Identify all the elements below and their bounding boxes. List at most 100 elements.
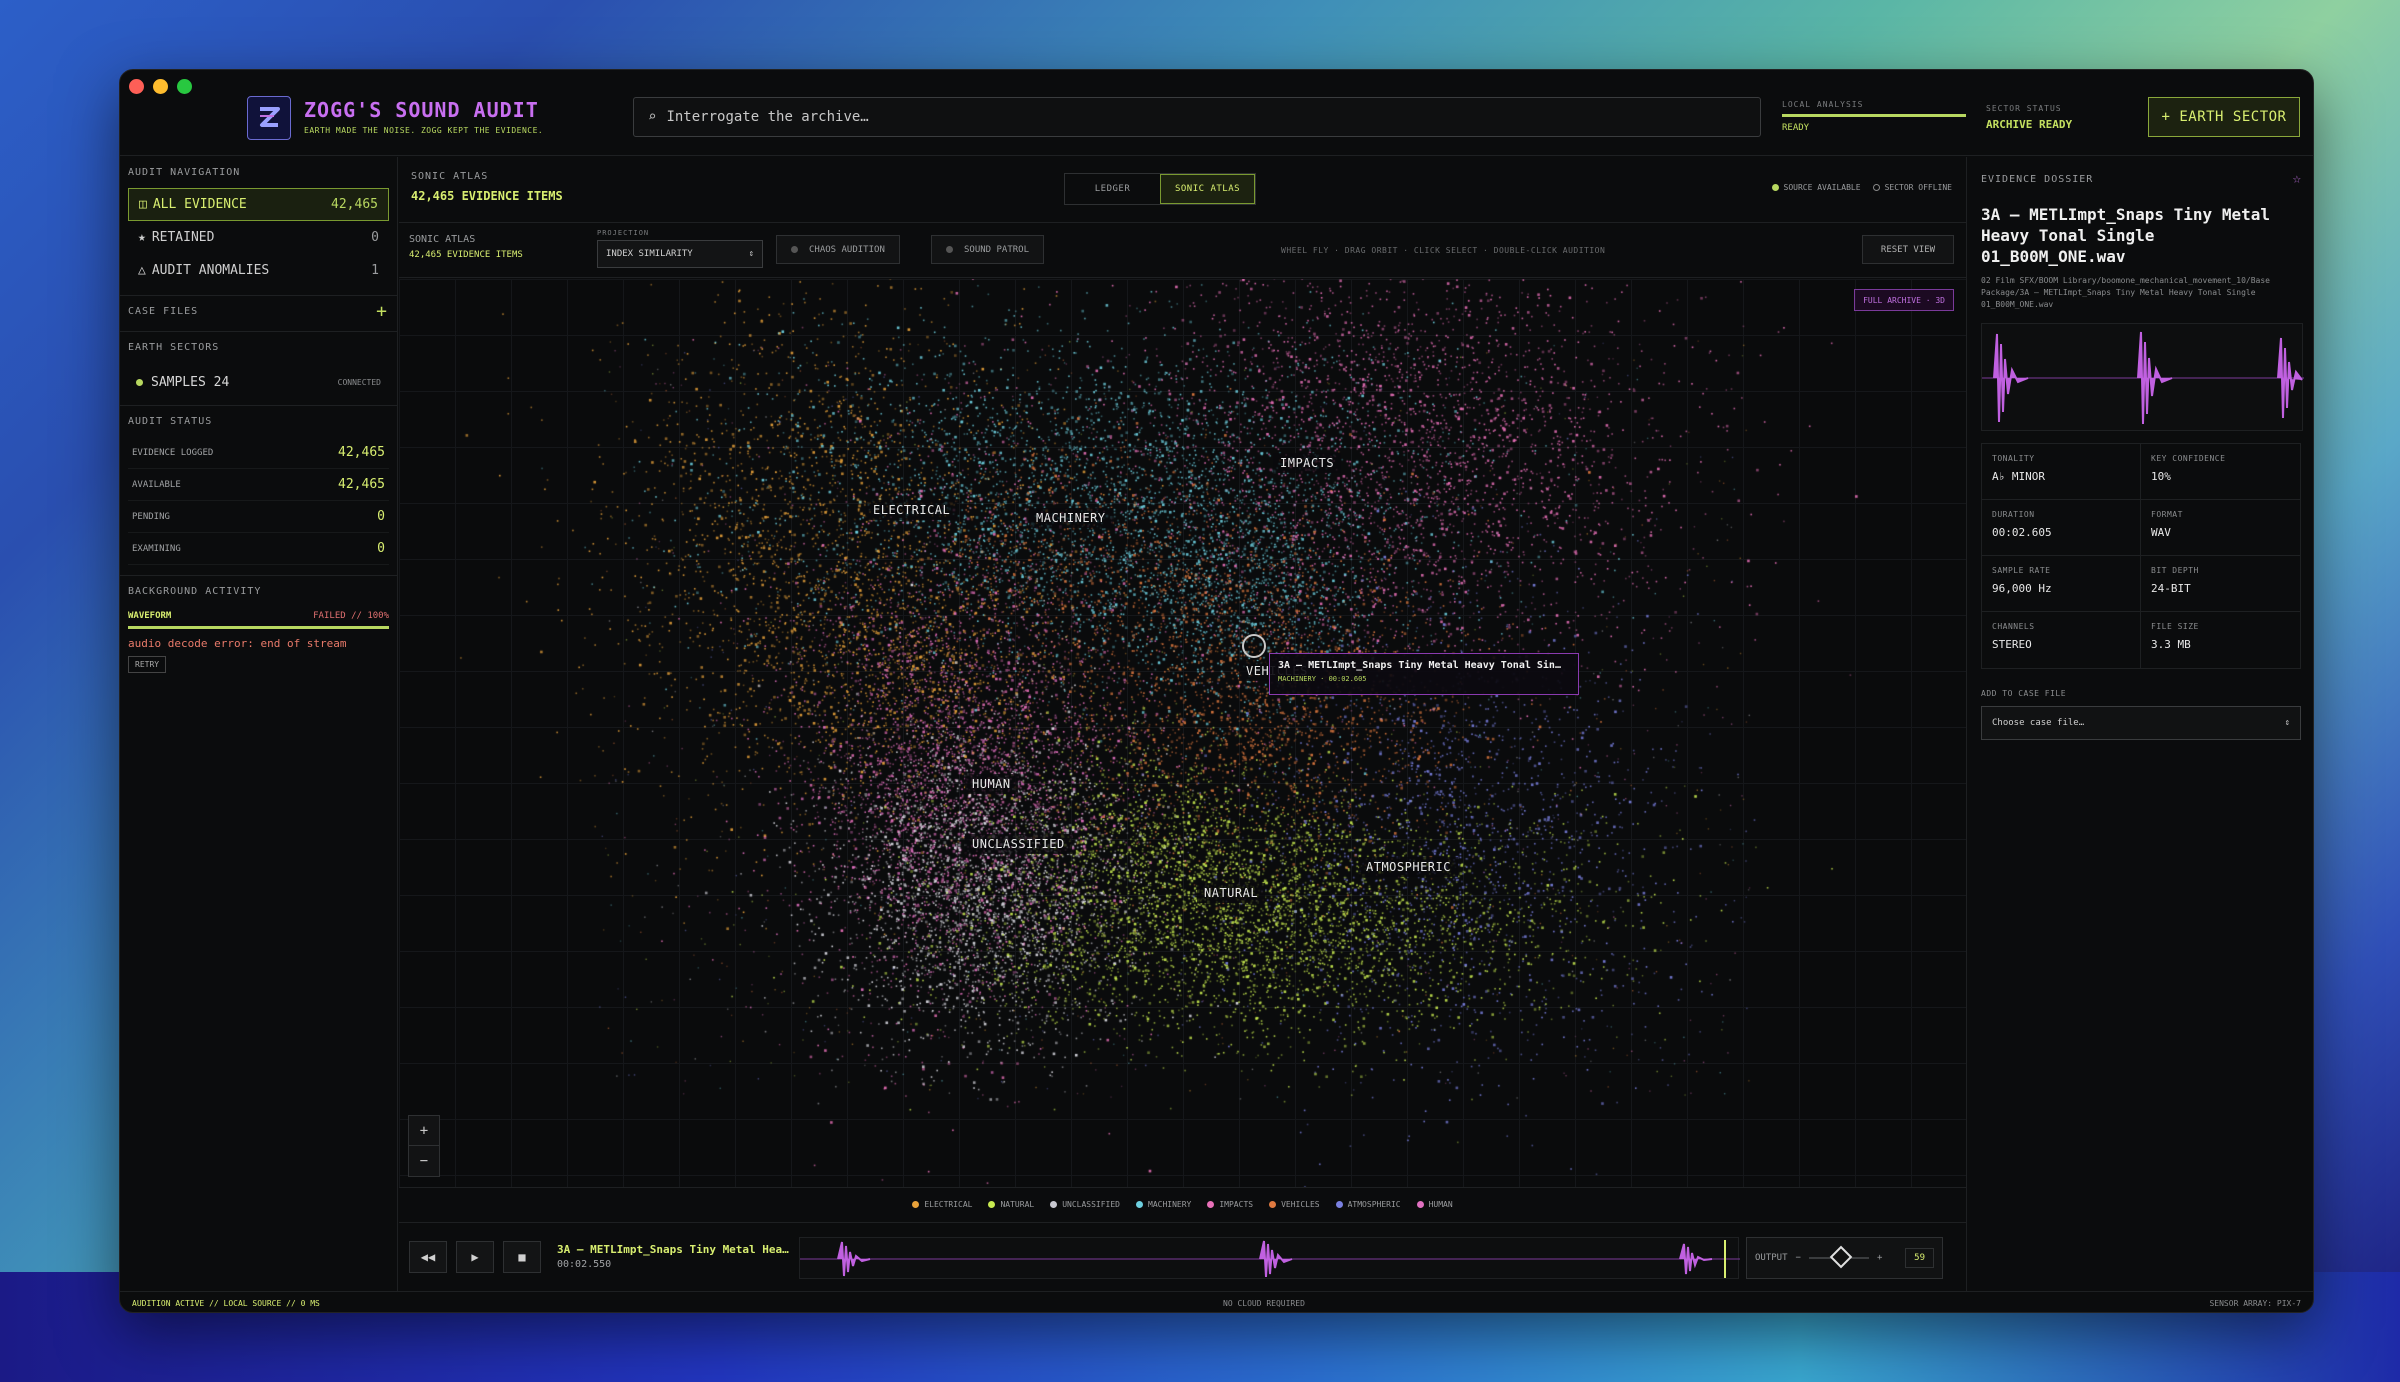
- volume-up-button[interactable]: +: [1877, 1253, 1882, 1263]
- legend-item-human[interactable]: HUMAN: [1416, 1200, 1453, 1209]
- tooltip-title: 3A – METLImpt_Snaps Tiny Metal Heavy Ton…: [1278, 660, 1561, 671]
- dossier-field-label: TONALITY: [1992, 454, 2035, 464]
- projection-select[interactable]: INDEX SIMILARITY ⇕: [597, 240, 763, 268]
- local-analysis-label: LOCAL ANALYSIS: [1782, 100, 1864, 109]
- sound-patrol-button[interactable]: SOUND PATROL: [931, 235, 1045, 264]
- audit-stat-row: EXAMINING 0: [128, 533, 389, 565]
- sector-name: SAMPLES 24: [151, 374, 230, 390]
- category-legend: ELECTRICAL NATURAL UNCLASSIFIED MACHINERY IM…: [399, 1187, 1966, 1221]
- audit-stat-value: 42,465: [338, 445, 385, 460]
- earth-sector-button[interactable]: + EARTH SECTOR: [2148, 97, 2300, 137]
- player-waveform[interactable]: [799, 1237, 1740, 1279]
- sonic-atlas-canvas[interactable]: FULL ARCHIVE · 3D ELECTRICAL MACHINERY IMP…: [399, 279, 1966, 1187]
- now-playing-time: 00:02.550: [557, 1259, 612, 1270]
- view-tabs: LEDGER SONIC ATLAS: [1064, 173, 1256, 205]
- dossier-field-value: 24-BIT: [2151, 582, 2191, 596]
- legend-item-vehicles[interactable]: VEHICLES: [1269, 1200, 1320, 1209]
- add-to-case-label: ADD TO CASE FILE: [1981, 689, 2067, 699]
- rewind-button[interactable]: ◀◀: [409, 1241, 447, 1273]
- search-input[interactable]: Interrogate the archive…: [666, 109, 868, 125]
- cluster-label-atmospheric[interactable]: ATMOSPHERIC: [1359, 857, 1458, 877]
- dossier-waveform: [1981, 323, 2304, 432]
- atlas-toolbar: SONIC ATLAS 42,465 EVIDENCE ITEMS PROJEC…: [399, 223, 1966, 278]
- volume-slider[interactable]: [1808, 1245, 1869, 1269]
- app-logo: [247, 96, 291, 140]
- volume-knob[interactable]: [1829, 1245, 1853, 1269]
- cluster-label-human[interactable]: HUMAN: [965, 774, 1018, 794]
- local-analysis-value: READY: [1782, 123, 1810, 133]
- reset-view-button[interactable]: RESET VIEW: [1862, 235, 1954, 264]
- retry-button[interactable]: RETRY: [128, 656, 167, 673]
- dossier-field-label: DURATION: [1992, 510, 2035, 520]
- sector-offline-label: SECTOR OFFLINE: [1884, 183, 1952, 192]
- sidebar-item-retained[interactable]: ★ RETAINED 0: [128, 221, 389, 254]
- footer-cloud-note: NO CLOUD REQUIRED: [1223, 1298, 1305, 1308]
- stop-button[interactable]: ■: [503, 1241, 541, 1273]
- legend-label: MACHINERY: [1148, 1200, 1192, 1209]
- audit-stat-label: AVAILABLE: [132, 479, 181, 490]
- dossier-field-value: 3.3 MB: [2151, 638, 2191, 652]
- bg-task-progress: [128, 626, 389, 629]
- bg-error-message: audio decode error: end of stream: [128, 637, 347, 650]
- legend-item-unclassified[interactable]: UNCLASSIFIED: [1050, 1200, 1120, 1209]
- zoom-in-button[interactable]: +: [409, 1116, 439, 1146]
- zoom-controls: + −: [408, 1115, 440, 1177]
- cluster-label-unclassified[interactable]: UNCLASSIFIED: [965, 834, 1072, 854]
- selected-point-marker[interactable]: [1242, 634, 1266, 658]
- audio-player: ◀◀ ▶ ■ 3A – METLImpt_Snaps Tiny Metal He…: [399, 1222, 1966, 1291]
- zoom-out-button[interactable]: −: [409, 1146, 439, 1176]
- sidebar-item-text: ALL EVIDENCE: [152, 197, 247, 212]
- atlas-point-cloud[interactable]: [399, 279, 1966, 1187]
- cluster-label-electrical[interactable]: ELECTRICAL: [866, 500, 958, 520]
- dossier-file-name: 3A – METLImpt_Snaps Tiny Metal Heavy Ton…: [1981, 205, 2270, 266]
- chaos-dot-icon: [791, 246, 798, 253]
- status-footer: AUDITION ACTIVE // LOCAL SOURCE // 0 MS …: [120, 1291, 2313, 1312]
- dossier-field-value: 10%: [2151, 470, 2171, 484]
- search-bar[interactable]: ⌕ Interrogate the archive…: [633, 97, 1761, 137]
- full-archive-badge: FULL ARCHIVE · 3D: [1854, 289, 1954, 311]
- chaos-audition-button[interactable]: CHAOS AUDITION: [776, 235, 900, 264]
- audit-status-list: EVIDENCE LOGGED 42,465 AVAILABLE 42,465 PEND…: [120, 437, 397, 565]
- legend-label: IMPACTS: [1219, 1200, 1254, 1209]
- audit-stat-value: 42,465: [338, 477, 385, 492]
- play-button[interactable]: ▶: [456, 1241, 494, 1273]
- search-icon: ⌕: [648, 109, 657, 125]
- sector-item-samples[interactable]: SAMPLES 24 CONNECTED: [128, 367, 389, 397]
- add-case-file-button[interactable]: +: [376, 301, 387, 322]
- audit-navigation: ◫ ALL EVIDENCE 42,465 ★ RETAINED 0 △ AUDIT ANOM…: [120, 188, 397, 287]
- legend-item-electrical[interactable]: ELECTRICAL: [912, 1200, 972, 1209]
- volume-down-button[interactable]: −: [1796, 1253, 1801, 1263]
- legend-dot-icon: [912, 1201, 920, 1208]
- audit-stat-label: PENDING: [132, 511, 170, 522]
- dossier-field-value: 00:02.605: [1992, 526, 2052, 540]
- legend-item-impacts[interactable]: IMPACTS: [1207, 1200, 1253, 1209]
- tab-ledger[interactable]: LEDGER: [1065, 174, 1160, 204]
- footer-audition-status: AUDITION ACTIVE // LOCAL SOURCE // 0 MS: [132, 1298, 320, 1308]
- case-file-select[interactable]: Choose case file… ⇕: [1981, 706, 2301, 741]
- sidebar-item-audit-anomalies[interactable]: △ AUDIT ANOMALIES 1: [128, 254, 389, 287]
- dossier-field-value: 96,000 Hz: [1992, 582, 2052, 596]
- projection-control: PROJECTION INDEX SIMILARITY ⇕: [597, 229, 763, 268]
- cluster-label-natural[interactable]: NATURAL: [1197, 883, 1266, 903]
- legend-item-natural[interactable]: NATURAL: [988, 1200, 1034, 1209]
- connected-dot-icon: [136, 378, 143, 386]
- retain-star-icon[interactable]: ☆: [2293, 171, 2301, 187]
- legend-dot-icon: [1416, 1201, 1424, 1208]
- app-subtitle: EARTH MADE THE NOISE. ZOGG KEPT THE EVID…: [304, 126, 544, 135]
- cluster-label-machinery[interactable]: MACHINERY: [1029, 508, 1113, 528]
- tab-sonic-atlas[interactable]: SONIC ATLAS: [1160, 174, 1255, 204]
- sidebar-item-count: 42,465: [331, 197, 378, 212]
- sound-patrol-label: SOUND PATROL: [964, 244, 1030, 255]
- sector-status: SECTOR STATUS ARCHIVE READY: [1986, 104, 2072, 131]
- legend-item-atmospheric[interactable]: ATMOSPHERIC: [1335, 1200, 1401, 1209]
- cluster-label-impacts[interactable]: IMPACTS: [1273, 453, 1342, 473]
- legend-label: ELECTRICAL: [924, 1200, 973, 1209]
- dossier-field-label: CHANNELS: [1992, 622, 2035, 632]
- legend-label: UNCLASSIFIED: [1062, 1200, 1120, 1209]
- dossier-field-value: STEREO: [1992, 638, 2032, 652]
- legend-item-machinery[interactable]: MACHINERY: [1136, 1200, 1191, 1209]
- background-activity: WAVEFORM FAILED // 100% audio decode err…: [128, 607, 389, 673]
- offline-dot-icon: [1872, 184, 1880, 191]
- app-header: ZOGG'S SOUND AUDIT EARTH MADE THE NOISE.…: [120, 70, 2313, 156]
- sidebar-item-all-evidence[interactable]: ◫ ALL EVIDENCE 42,465: [128, 188, 389, 221]
